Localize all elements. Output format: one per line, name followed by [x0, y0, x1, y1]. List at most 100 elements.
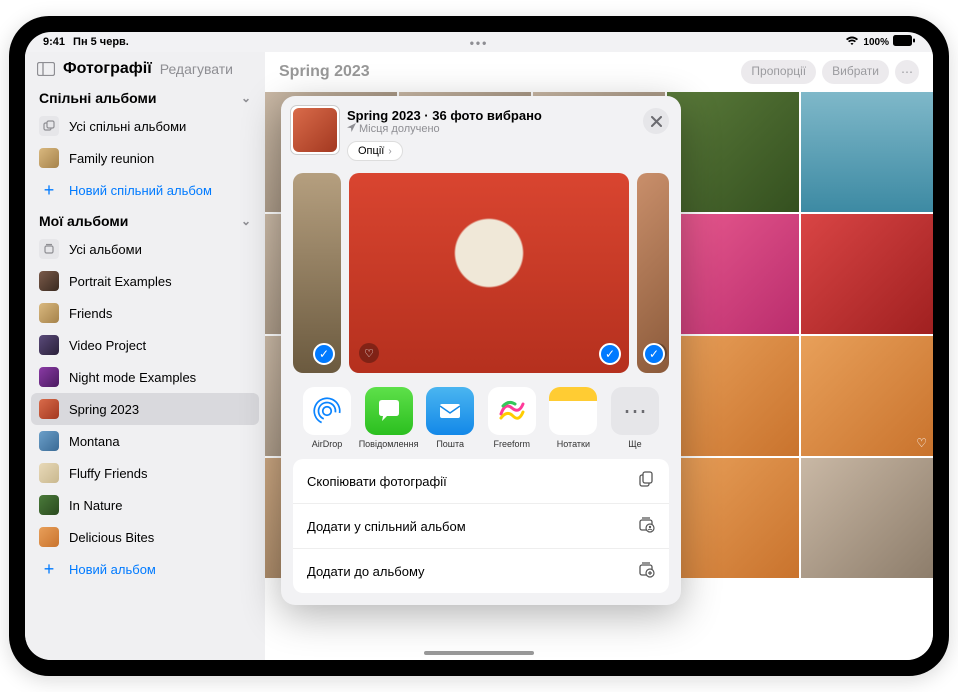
- album-thumb: [39, 431, 59, 451]
- sidebar-edit-button[interactable]: Редагувати: [160, 61, 233, 77]
- sidebar-item[interactable]: Friends: [25, 297, 265, 329]
- share-action[interactable]: Скопіювати фотографії: [293, 459, 669, 504]
- preview-strip[interactable]: ✓ ♡ ✓ ♡ ✓: [293, 173, 669, 373]
- sidebar-item[interactable]: Portrait Examples: [25, 265, 265, 297]
- battery-percent: 100%: [863, 37, 889, 48]
- wifi-icon: [845, 36, 859, 49]
- album-thumb: [39, 148, 59, 168]
- share-app-пошта[interactable]: Пошта: [422, 387, 478, 449]
- home-indicator[interactable]: [424, 651, 534, 655]
- photo-cell[interactable]: [801, 214, 933, 334]
- share-app-freeform[interactable]: Freeform: [484, 387, 540, 449]
- favorite-icon[interactable]: ♡: [359, 343, 379, 363]
- sheet-location: Місця долучено: [347, 123, 633, 135]
- share-app-airdrop[interactable]: AirDrop: [299, 387, 355, 449]
- close-button[interactable]: [643, 108, 669, 134]
- page-title: Spring 2023: [279, 63, 370, 81]
- album-thumb: [39, 271, 59, 291]
- chevron-right-icon: ›: [388, 146, 391, 157]
- sidebar-item[interactable]: Усі альбоми: [25, 233, 265, 265]
- share-actions: Скопіювати фотографії Додати у спільний а…: [293, 459, 669, 593]
- app-label: Повідомлення: [359, 439, 419, 449]
- sidebar-item[interactable]: Spring 2023: [31, 393, 259, 425]
- preview-photo[interactable]: ♡ ✓: [637, 173, 669, 373]
- new-album-button[interactable]: +Новий спільний альбом: [25, 174, 265, 207]
- multitask-dots-icon[interactable]: •••: [470, 36, 489, 50]
- section-header[interactable]: Спільні альбоми⌄: [25, 84, 265, 110]
- chevron-down-icon: ⌄: [241, 91, 251, 105]
- app-label: Ще: [628, 439, 641, 449]
- album-thumb: [39, 399, 59, 419]
- options-button[interactable]: Опції ›: [347, 141, 403, 161]
- share-app-повідомлення[interactable]: Повідомлення: [361, 387, 417, 449]
- app-icon: [549, 387, 597, 435]
- screen: 9:41 Пн 5 черв. ••• 100%: [25, 32, 933, 660]
- app-label: Freeform: [494, 439, 531, 449]
- album-thumb: [39, 463, 59, 483]
- ipad-device: 9:41 Пн 5 черв. ••• 100%: [9, 16, 949, 676]
- app-icon: [426, 387, 474, 435]
- sidebar-item-label: Friends: [69, 306, 112, 321]
- album-thumb: [39, 367, 59, 387]
- sheet-thumbnail: [293, 108, 337, 152]
- photo-cell[interactable]: [667, 458, 799, 578]
- photo-cell[interactable]: [801, 458, 933, 578]
- app-icon: [365, 387, 413, 435]
- aspect-button[interactable]: Пропорції: [741, 60, 816, 84]
- sidebar-toggle-icon[interactable]: [37, 60, 55, 78]
- photo-cell[interactable]: [667, 336, 799, 456]
- sidebar-item[interactable]: Fluffy Friends: [25, 457, 265, 489]
- photo-cell[interactable]: [801, 92, 933, 212]
- share-app-ще[interactable]: ⋯Ще: [607, 387, 663, 449]
- sidebar-item-label: Family reunion: [69, 151, 154, 166]
- action-icon: [637, 470, 655, 492]
- photo-cell[interactable]: ♡: [801, 336, 933, 456]
- app-label: Пошта: [436, 439, 464, 449]
- more-button[interactable]: ⋯: [895, 60, 919, 84]
- album-thumb: [39, 495, 59, 515]
- sidebar-item-label: Delicious Bites: [69, 530, 154, 545]
- favorite-icon: ♡: [916, 436, 927, 450]
- sidebar-item[interactable]: Night mode Examples: [25, 361, 265, 393]
- share-app-нотатки[interactable]: Нотатки: [545, 387, 601, 449]
- action-icon: [637, 560, 655, 582]
- photo-cell[interactable]: [667, 92, 799, 212]
- sidebar-item-label: Spring 2023: [69, 402, 139, 417]
- preview-photo[interactable]: ♡ ✓: [349, 173, 629, 373]
- share-action[interactable]: Додати у спільний альбом: [293, 504, 669, 549]
- sidebar-item[interactable]: Montana: [25, 425, 265, 457]
- app-icon: [303, 387, 351, 435]
- action-label: Додати у спільний альбом: [307, 519, 466, 534]
- status-time: 9:41: [43, 36, 65, 48]
- selected-check-icon: ✓: [313, 343, 335, 365]
- sidebar-item[interactable]: Delicious Bites: [25, 521, 265, 553]
- photo-cell[interactable]: [667, 214, 799, 334]
- sidebar-item-label: Montana: [69, 434, 120, 449]
- section-header[interactable]: Мої альбоми⌄: [25, 207, 265, 233]
- sidebar: Фотографії Редагувати Спільні альбоми⌄Ус…: [25, 52, 265, 660]
- chevron-down-icon: ⌄: [241, 214, 251, 228]
- all-albums-icon: [39, 239, 59, 259]
- new-album-button[interactable]: +Новий альбом: [25, 553, 265, 586]
- sidebar-item[interactable]: Video Project: [25, 329, 265, 361]
- sidebar-item[interactable]: In Nature: [25, 489, 265, 521]
- share-app-row: AirDrop Повідомлення Пошта Freeform Нотатки⋯…: [293, 373, 669, 459]
- sidebar-item[interactable]: Усі спільні альбоми: [25, 110, 265, 142]
- sidebar-item-label: Video Project: [69, 338, 146, 353]
- app-label: AirDrop: [312, 439, 343, 449]
- sidebar-item-label: Fluffy Friends: [69, 466, 148, 481]
- album-thumb: [39, 527, 59, 547]
- status-bar: 9:41 Пн 5 черв. ••• 100%: [25, 32, 933, 52]
- sidebar-item[interactable]: Family reunion: [25, 142, 265, 174]
- album-thumb: [39, 303, 59, 323]
- location-icon: [347, 123, 356, 135]
- share-action[interactable]: Додати до альбому: [293, 549, 669, 593]
- plus-icon: +: [39, 180, 59, 201]
- sheet-title: Spring 2023 · 36 фото вибрано: [347, 108, 633, 123]
- preview-photo[interactable]: ✓: [293, 173, 341, 373]
- battery-icon: [893, 35, 915, 49]
- select-button[interactable]: Вибрати: [822, 60, 889, 84]
- status-date: Пн 5 черв.: [73, 36, 129, 48]
- shared-albums-icon: [39, 116, 59, 136]
- sidebar-item-label: Portrait Examples: [69, 274, 172, 289]
